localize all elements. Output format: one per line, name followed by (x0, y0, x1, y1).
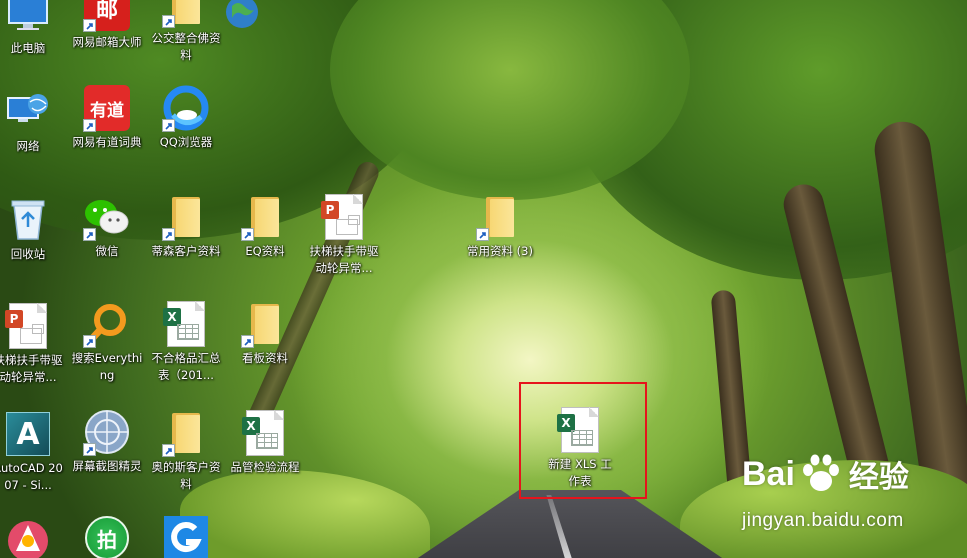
folder-icon (476, 193, 524, 241)
everything-search-icon (83, 300, 131, 348)
ppt-file-icon: P (4, 302, 52, 350)
excel-file-icon: X (556, 406, 604, 454)
icon-label: 屏幕截图精灵 (72, 459, 142, 473)
desktop-icon-common-folder[interactable]: 常用资料 (3) (465, 193, 535, 260)
desktop-icon-wechat[interactable]: 微信 (72, 193, 142, 260)
shortcut-arrow-icon (83, 443, 96, 456)
folder-icon (241, 300, 289, 348)
shortcut-arrow-icon (162, 444, 175, 457)
icon-label: AutoCAD 2007 - Si... (0, 461, 63, 492)
desktop-icon-otis-folder[interactable]: 奥的斯客户资料 (151, 409, 221, 493)
ppt-file-icon: P (320, 193, 368, 241)
app-icon (4, 515, 52, 558)
ppt-badge: P (5, 310, 23, 328)
desktop-icon-this-pc[interactable]: 此电脑 (0, 0, 63, 57)
shortcut-arrow-icon (241, 335, 254, 348)
desktop-icon-youdao[interactable]: 有道 网易有道词典 (72, 84, 142, 151)
desktop-icon-app-bottom-2[interactable]: 拍 (72, 514, 142, 558)
icon-label: 奥的斯客户资料 (151, 460, 221, 491)
shortcut-arrow-icon (162, 119, 175, 132)
icon-label: 不合格品汇总表（201... (151, 351, 221, 382)
qq-browser-icon (162, 84, 210, 132)
icon-label: 扶梯扶手带驱动轮异常... (309, 244, 379, 275)
icon-label: 新建 XLS 工作表 (548, 457, 612, 488)
shortcut-arrow-icon (83, 119, 96, 132)
shortcut-arrow-icon (162, 15, 175, 28)
shortcut-arrow-icon (162, 228, 175, 241)
globe-icon (218, 0, 266, 36)
shortcut-arrow-icon (83, 335, 96, 348)
wechat-icon (83, 193, 131, 241)
icon-label: 看板资料 (242, 351, 288, 365)
network-icon (4, 88, 52, 136)
icon-label: 品管检验流程 (230, 460, 300, 474)
desktop-icon-autocad[interactable]: A AutoCAD 2007 - Si... (0, 410, 63, 494)
desktop-icon-new-xls[interactable]: X 新建 XLS 工作表 (545, 406, 615, 490)
desktop-icon-escalator-ppt[interactable]: P 扶梯扶手带驱动轮异常... (309, 193, 379, 277)
computer-icon (4, 0, 52, 38)
icon-label: 网络 (16, 139, 40, 153)
folder-icon (162, 409, 210, 457)
icon-label: 网易有道词典 (72, 135, 142, 149)
icon-label: 扶梯扶手带驱动轮异常... (0, 353, 63, 384)
ppt-badge: P (321, 201, 339, 219)
grass-right (680, 460, 967, 558)
desktop-icon-app-bottom-1[interactable] (0, 515, 63, 558)
desktop-icon-network[interactable]: 网络 (0, 88, 63, 155)
desktop-icon-screenshot-tool[interactable]: 屏幕截图精灵 (72, 408, 142, 475)
foliage-right (560, 0, 967, 280)
netease-mail-icon: 邮 (83, 0, 131, 32)
folder-icon (162, 0, 210, 28)
shortcut-arrow-icon (241, 228, 254, 241)
foliage-top (330, 0, 690, 200)
youdao-dict-icon: 有道 (83, 84, 131, 132)
desktop-icon-globe[interactable] (207, 0, 277, 38)
desktop-wallpaper[interactable]: 此电脑 网络 回收站 P 扶梯扶手带驱动轮异常... A AutoCAD 200… (0, 0, 967, 558)
desktop-icon-nonconform-xls[interactable]: X 不合格品汇总表（201... (151, 300, 221, 384)
recycle-bin-icon (4, 196, 52, 244)
folder-icon (162, 193, 210, 241)
excel-file-icon: X (162, 300, 210, 348)
desktop-icon-qc-xls[interactable]: X 品管检验流程 (230, 409, 300, 476)
desktop-icon-qq-browser[interactable]: QQ浏览器 (151, 84, 221, 151)
shortcut-arrow-icon (83, 19, 96, 32)
icon-label: 回收站 (10, 247, 46, 261)
desktop-icon-board-folder[interactable]: 看板资料 (230, 300, 300, 367)
folder-icon (241, 193, 289, 241)
desktop-icon-disen-folder[interactable]: 蒂森客户资料 (151, 193, 221, 260)
icon-label: 网易邮箱大师 (72, 35, 142, 49)
icon-label: 蒂森客户资料 (151, 244, 221, 258)
icon-label: 此电脑 (10, 41, 46, 55)
desktop-icon-recycle-bin[interactable]: 回收站 (0, 196, 63, 263)
desktop-icon-eq-folder[interactable]: EQ资料 (230, 193, 300, 260)
desktop-icon-netease-mail[interactable]: 邮 网易邮箱大师 (72, 0, 142, 51)
icon-label: QQ浏览器 (159, 135, 213, 149)
excel-file-icon: X (241, 409, 289, 457)
shortcut-arrow-icon (83, 228, 96, 241)
desktop-icon-escalator-ppt-2[interactable]: P 扶梯扶手带驱动轮异常... (0, 302, 63, 386)
icon-label: 搜索Everything (71, 351, 143, 382)
icon-label: 常用资料 (3) (467, 244, 533, 258)
autocad-icon: A (4, 410, 52, 458)
desktop-icon-everything[interactable]: 搜索Everything (72, 300, 142, 384)
shortcut-arrow-icon (476, 228, 489, 241)
icon-label: EQ资料 (245, 244, 285, 258)
screenshot-tool-icon (83, 408, 131, 456)
camera-app-icon: 拍 (83, 514, 131, 558)
browser-app-icon (162, 514, 210, 558)
icon-label: 微信 (95, 244, 119, 258)
desktop-icon-app-bottom-3[interactable] (151, 514, 221, 558)
